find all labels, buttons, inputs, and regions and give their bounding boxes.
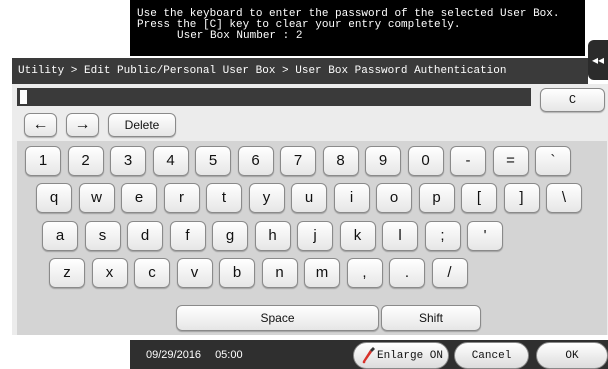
key-row3-3[interactable]: f <box>169 221 206 251</box>
key-row1-8[interactable]: 9 <box>365 146 401 176</box>
key-row1-12[interactable]: ` <box>535 146 571 176</box>
key-row1-9[interactable]: 0 <box>407 146 444 176</box>
key-row3-10[interactable]: ' <box>467 221 503 251</box>
breadcrumb: Utility > Edit Public/Personal User Box … <box>12 58 588 84</box>
key-row4-9[interactable]: / <box>431 258 468 288</box>
instruction-message: Use the keyboard to enter the password o… <box>130 0 585 56</box>
space-key[interactable]: Space <box>176 305 379 331</box>
key-row1-1[interactable]: 2 <box>67 146 104 176</box>
key-row1-2[interactable]: 3 <box>110 146 146 176</box>
arrow-left-icon: ← <box>32 116 49 133</box>
key-row2-7[interactable]: i <box>333 183 370 213</box>
double-chevron-left-icon: ◂◂ <box>591 53 605 67</box>
key-row2-10[interactable]: [ <box>461 183 497 213</box>
side-panel-toggle[interactable]: ◂◂ <box>588 40 608 80</box>
enlarge-label: Enlarge ON <box>376 350 443 362</box>
key-row3-9[interactable]: ; <box>424 221 461 251</box>
cursor-left-button[interactable]: ← <box>24 113 57 137</box>
key-row3-2[interactable]: d <box>127 221 163 251</box>
key-row4-8[interactable]: . <box>389 258 425 288</box>
shift-key[interactable]: Shift <box>381 305 481 331</box>
user-box-number: User Box Number : 2 <box>177 30 303 42</box>
key-row4-5[interactable]: n <box>261 258 298 288</box>
key-row2-4[interactable]: t <box>206 183 242 213</box>
enlarge-display-button[interactable]: Enlarge ON <box>353 342 449 369</box>
key-row1-3[interactable]: 4 <box>152 146 189 176</box>
key-row4-2[interactable]: c <box>134 258 170 288</box>
enlarge-display-icon <box>362 347 375 364</box>
key-row3-8[interactable]: l <box>382 221 418 251</box>
delete-button[interactable]: Delete <box>108 113 176 137</box>
arrow-right-icon: → <box>74 116 91 133</box>
clear-button[interactable]: C <box>540 88 605 112</box>
key-row4-0[interactable]: z <box>49 258 85 288</box>
time-display: 05:00 <box>215 349 243 361</box>
key-row2-0[interactable]: q <box>36 183 72 213</box>
key-row2-8[interactable]: o <box>376 183 412 213</box>
key-row4-7[interactable]: , <box>346 258 383 288</box>
date-time: 09/29/2016 05:00 <box>146 349 243 361</box>
key-row1-10[interactable]: - <box>450 146 486 176</box>
key-row2-3[interactable]: r <box>163 183 200 213</box>
key-row2-12[interactable]: \ <box>546 183 582 213</box>
key-row2-11[interactable]: ] <box>503 183 540 213</box>
key-row3-1[interactable]: s <box>84 221 121 251</box>
key-row3-4[interactable]: g <box>212 221 248 251</box>
key-row1-4[interactable]: 5 <box>195 146 231 176</box>
cancel-button[interactable]: Cancel <box>454 342 529 369</box>
key-row2-5[interactable]: y <box>248 183 285 213</box>
key-row2-1[interactable]: w <box>78 183 115 213</box>
key-row1-5[interactable]: 6 <box>237 146 274 176</box>
cursor-right-button[interactable]: → <box>66 113 99 137</box>
key-row4-4[interactable]: b <box>219 258 255 288</box>
key-row3-7[interactable]: k <box>339 221 376 251</box>
key-row2-2[interactable]: e <box>121 183 157 213</box>
key-row3-6[interactable]: j <box>297 221 333 251</box>
key-row1-11[interactable]: = <box>492 146 529 176</box>
key-row4-6[interactable]: m <box>304 258 340 288</box>
key-row4-3[interactable]: v <box>176 258 213 288</box>
ok-button[interactable]: OK <box>536 342 608 369</box>
key-row1-6[interactable]: 7 <box>280 146 316 176</box>
date-display: 09/29/2016 <box>146 349 202 361</box>
text-cursor <box>20 90 27 104</box>
key-row3-5[interactable]: h <box>254 221 291 251</box>
key-row3-0[interactable]: a <box>42 221 78 251</box>
key-row4-1[interactable]: x <box>91 258 128 288</box>
key-row2-6[interactable]: u <box>291 183 327 213</box>
key-row1-0[interactable]: 1 <box>25 146 61 176</box>
key-row2-9[interactable]: p <box>418 183 455 213</box>
key-row1-7[interactable]: 8 <box>322 146 359 176</box>
password-input[interactable] <box>17 88 531 106</box>
